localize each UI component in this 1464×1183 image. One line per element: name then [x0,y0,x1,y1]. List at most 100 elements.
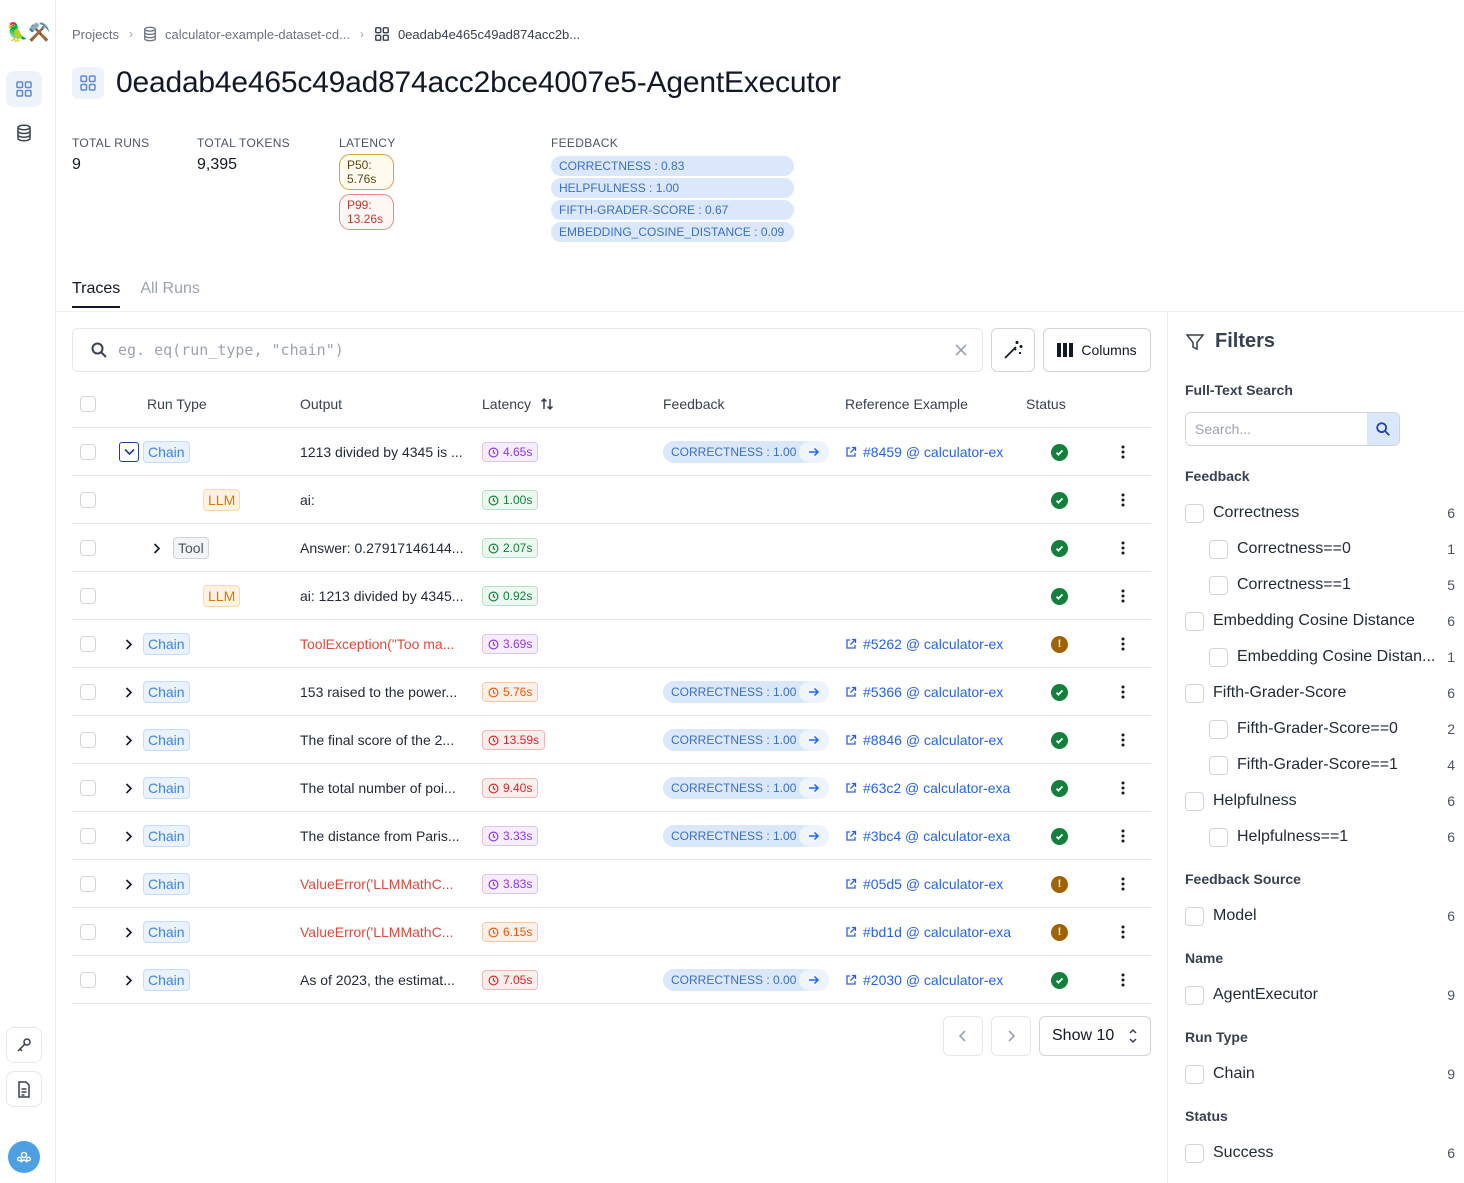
table-row[interactable]: Chain ValueError('LLMMathC... 3.83s #05d5 @… [72,860,1151,908]
row-actions-menu-icon[interactable] [1113,922,1133,942]
filter-option[interactable]: Helpfulness==1 6 [1209,825,1455,849]
filter-option[interactable]: Success 6 [1185,1141,1455,1165]
filter-checkbox[interactable] [1185,683,1204,703]
header-feedback[interactable]: Feedback [663,380,724,428]
page-size-select[interactable]: Show 10 [1039,1016,1151,1056]
row-checkbox[interactable] [80,444,96,460]
expand-toggle[interactable] [147,538,167,558]
run-output[interactable]: The total number of poi... [300,780,470,796]
filter-checkbox[interactable] [1209,755,1228,775]
row-actions-menu-icon[interactable] [1113,682,1133,702]
header-status[interactable]: Status [1026,380,1066,428]
next-page-button[interactable] [991,1016,1031,1056]
header-run-type[interactable]: Run Type [147,380,207,428]
filter-checkbox[interactable] [1185,503,1204,523]
prev-page-button[interactable] [943,1016,983,1056]
tab-all-runs[interactable]: All Runs [140,280,200,308]
reference-example-link[interactable]: #8459 @ calculator-ex [845,444,1011,460]
reference-example-link[interactable]: #05d5 @ calculator-ex [845,876,1011,892]
filter-option[interactable]: Fifth-Grader-Score==1 4 [1209,753,1455,777]
run-output[interactable]: ai: [300,492,470,508]
filter-checkbox[interactable] [1209,647,1228,667]
expand-toggle[interactable] [119,778,139,798]
run-output[interactable]: Answer: 0.27917146144... [300,540,470,556]
row-actions-menu-icon[interactable] [1113,442,1133,462]
sort-icon[interactable] [539,396,555,412]
filter-search-input[interactable] [1186,413,1368,445]
expand-toggle[interactable] [119,970,139,990]
table-row[interactable]: Chain The distance from Paris... 3.33s CORR… [72,812,1151,860]
arrow-right-icon[interactable] [799,777,829,799]
feedback-summary-chip[interactable]: EMBEDDING_COSINE_DISTANCE : 0.09 [551,222,794,242]
breadcrumb-project[interactable]: 0eadab4e465c49ad874acc2b... [374,26,580,42]
filter-checkbox[interactable] [1185,906,1204,926]
docs-button[interactable] [6,1071,42,1107]
table-row[interactable]: LLM ai: 1213 divided by 4345... 0.92s [72,572,1151,620]
filter-option[interactable]: Correctness 6 [1185,501,1455,525]
filter-checkbox[interactable] [1185,985,1204,1005]
arrow-right-icon[interactable] [799,441,829,463]
table-row[interactable]: Chain The final score of the 2... 13.59s CO… [72,716,1151,764]
row-checkbox[interactable] [80,588,96,604]
table-row[interactable]: Chain 153 raised to the power... 5.76s CORR… [72,668,1151,716]
row-actions-menu-icon[interactable] [1113,826,1133,846]
row-checkbox[interactable] [80,492,96,508]
table-row[interactable]: Chain ToolException("Too ma... 3.69s #5262 … [72,620,1151,668]
table-row[interactable]: Chain 1213 divided by 4345 is ... 4.65s COR… [72,428,1151,476]
filter-checkbox[interactable] [1185,791,1204,811]
datasets-nav-button[interactable] [6,115,42,151]
row-actions-menu-icon[interactable] [1113,538,1133,558]
filter-option[interactable]: Embedding Cosine Distance 6 [1185,609,1455,633]
row-actions-menu-icon[interactable] [1113,490,1133,510]
reference-example-link[interactable]: #63c2 @ calculator-exa [845,780,1011,796]
filter-option[interactable]: Helpfulness 6 [1185,789,1455,813]
filter-checkbox[interactable] [1209,827,1228,847]
close-icon[interactable] [954,343,968,357]
filter-checkbox[interactable] [1185,611,1204,631]
filter-option[interactable]: Correctness==0 1 [1209,537,1455,561]
tab-traces[interactable]: Traces [72,280,121,308]
run-output[interactable]: The final score of the 2... [300,732,470,748]
row-actions-menu-icon[interactable] [1113,778,1133,798]
arrow-right-icon[interactable] [799,825,829,847]
table-row[interactable]: Chain As of 2023, the estimat... 7.05s CORR… [72,956,1151,1004]
reference-example-link[interactable]: #2030 @ calculator-ex [845,972,1011,988]
row-checkbox[interactable] [80,876,96,892]
filter-option[interactable]: Chain 9 [1185,1062,1455,1086]
feedback-chip[interactable]: CORRECTNESS : 1.00 [663,681,829,703]
row-checkbox[interactable] [80,684,96,700]
table-row[interactable]: Chain The total number of poi... 9.40s CORR… [72,764,1151,812]
arrow-right-icon[interactable] [799,729,829,751]
expand-toggle[interactable] [119,874,139,894]
arrow-right-icon[interactable] [799,681,829,703]
breadcrumb-dataset[interactable]: calculator-example-dataset-cd... [143,26,350,42]
collapse-toggle[interactable] [119,442,139,462]
row-checkbox[interactable] [80,924,96,940]
filter-option[interactable]: Embedding Cosine Distan... 1 [1209,645,1455,669]
reference-example-link[interactable]: #5366 @ calculator-ex [845,684,1011,700]
user-avatar[interactable] [8,1141,40,1173]
reference-example-link[interactable]: #bd1d @ calculator-exa [845,924,1011,940]
filter-option[interactable]: AgentExecutor 9 [1185,983,1455,1007]
filter-checkbox[interactable] [1185,1143,1204,1163]
filter-option[interactable]: Correctness==1 5 [1209,573,1455,597]
filter-option[interactable]: Fifth-Grader-Score==0 2 [1209,717,1455,741]
run-output[interactable]: ValueError('LLMMathC... [300,924,470,940]
reference-example-link[interactable]: #5262 @ calculator-ex [845,636,1011,652]
expand-toggle[interactable] [119,922,139,942]
filter-checkbox[interactable] [1209,719,1228,739]
feedback-summary-chip[interactable]: HELPFULNESS : 1.00 [551,178,794,198]
table-row[interactable]: Tool Answer: 0.27917146144... 2.07s [72,524,1151,572]
expand-toggle[interactable] [119,826,139,846]
expand-toggle[interactable] [119,634,139,654]
run-output[interactable]: As of 2023, the estimat... [300,972,470,988]
app-logo[interactable]: 🦜⚒️ [6,20,51,44]
filter-search-button[interactable] [1367,413,1399,445]
reference-example-link[interactable]: #3bc4 @ calculator-exa [845,828,1011,844]
row-actions-menu-icon[interactable] [1113,586,1133,606]
filter-checkbox[interactable] [1185,1064,1204,1084]
row-actions-menu-icon[interactable] [1113,970,1133,990]
feedback-chip[interactable]: CORRECTNESS : 1.00 [663,729,829,751]
row-actions-menu-icon[interactable] [1113,874,1133,894]
expand-toggle[interactable] [119,730,139,750]
